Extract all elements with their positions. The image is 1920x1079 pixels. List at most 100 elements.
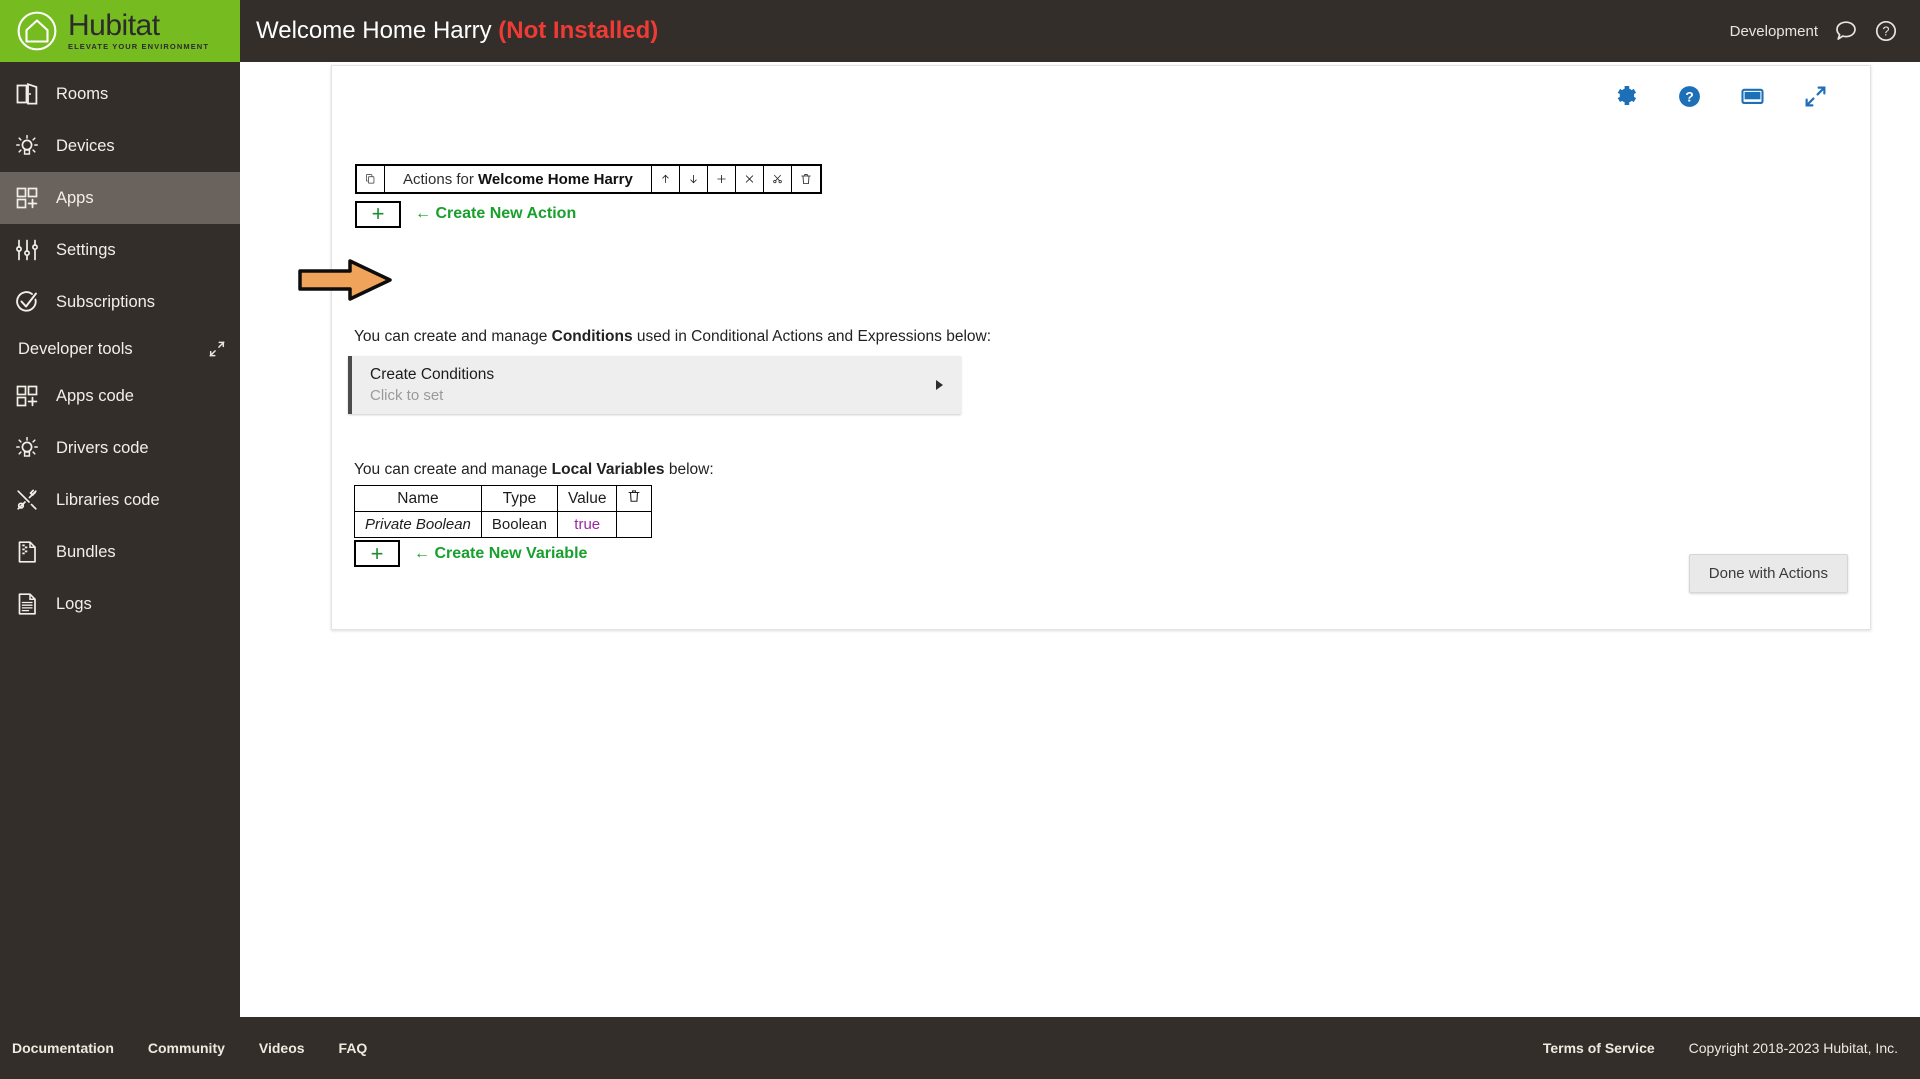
hubitat-logo[interactable]: Hubitat ELEVATE YOUR ENVIRONMENT <box>0 0 240 62</box>
actions-title: Actions for Welcome Home Harry <box>385 166 652 192</box>
trash-icon <box>801 174 811 184</box>
hubitat-logo-icon <box>17 11 57 51</box>
sidebar-item-label: Apps <box>56 188 94 207</box>
lightbulb-icon <box>14 133 40 159</box>
tools-icon <box>14 487 40 513</box>
cut-button[interactable] <box>764 166 792 192</box>
help-circle-icon[interactable]: ? <box>1874 19 1898 43</box>
environment-label: Development <box>1729 22 1818 40</box>
footer-link-videos[interactable]: Videos <box>259 1040 305 1056</box>
sidebar: Hubitat ELEVATE YOUR ENVIRONMENT Rooms D… <box>0 0 240 1079</box>
help-icon[interactable]: ? <box>1677 84 1702 109</box>
add-variable-plus-button[interactable]: + <box>354 540 400 567</box>
page-title: Welcome Home Harry (Not Installed) <box>256 17 658 45</box>
main-content: ? Actions for Welcome Home Harry + ← Cre… <box>240 62 1920 1017</box>
close-button[interactable] <box>736 166 764 192</box>
sidebar-item-label: Subscriptions <box>56 292 156 311</box>
table-body: Private Boolean Boolean true <box>354 511 653 538</box>
gear-icon[interactable] <box>1614 84 1639 109</box>
footer: Documentation Community Videos FAQ Terms… <box>0 1017 1920 1079</box>
create-conditions-subtitle: Click to set <box>370 387 444 404</box>
table-row[interactable]: Private Boolean Boolean true <box>354 511 653 538</box>
move-up-button[interactable] <box>652 166 680 192</box>
variables-intro-c: below: <box>664 461 714 478</box>
create-new-action-label[interactable]: ← Create New Action <box>415 205 576 223</box>
hubitat-app-window: Hubitat ELEVATE YOUR ENVIRONMENT Rooms D… <box>0 0 1920 1079</box>
sidebar-item-libraries-code[interactable]: Libraries code <box>0 474 240 526</box>
delete-button[interactable] <box>792 166 820 192</box>
app-editor-card: ? Actions for Welcome Home Harry + ← Cre… <box>298 65 1871 630</box>
column-header-name: Name <box>354 485 482 512</box>
sidebar-item-label: Rooms <box>56 84 109 103</box>
status-badge: (Not Installed) <box>498 17 659 44</box>
top-bar-right: Development ? <box>1730 19 1920 43</box>
lightbulb-icon <box>14 435 40 461</box>
sidebar-item-label: Apps code <box>56 386 134 405</box>
create-conditions-text: Create Conditions Click to set <box>352 366 494 404</box>
close-icon <box>745 175 753 183</box>
move-up-icon <box>662 174 669 184</box>
variables-intro-b: Local Variables <box>551 461 665 478</box>
variables-intro-a: You can create and manage <box>354 461 552 478</box>
move-down-icon <box>690 174 697 184</box>
sidebar-item-settings[interactable]: Settings <box>0 224 240 276</box>
footer-link-community[interactable]: Community <box>148 1040 225 1056</box>
add-action-plus-button[interactable]: + <box>355 200 401 228</box>
actions-section: Actions for Welcome Home Harry + ← Creat… <box>298 164 822 301</box>
footer-link-faq[interactable]: FAQ <box>339 1040 368 1056</box>
variable-value: true <box>556 511 618 538</box>
column-header-type: Type <box>480 485 558 512</box>
sidebar-item-devices[interactable]: Devices <box>0 120 240 172</box>
sidebar-nav: Rooms Devices Apps Settings Subscription… <box>0 62 240 630</box>
sidebar-item-label: Settings <box>56 240 116 259</box>
collapse-arrows-icon[interactable] <box>208 340 226 358</box>
add-icon <box>717 174 726 184</box>
sidebar-item-subscriptions[interactable]: Subscriptions <box>0 276 240 328</box>
top-bar: Welcome Home Harry (Not Installed) Devel… <box>240 0 1920 62</box>
zip-file-icon <box>14 539 40 565</box>
table-head: Name Type Value <box>354 485 653 512</box>
card-toolbar: ? <box>1614 84 1828 109</box>
copy-actions-button[interactable] <box>357 166 385 192</box>
create-conditions-title: Create Conditions <box>370 366 495 383</box>
create-new-variable-label[interactable]: ← Create New Variable <box>414 545 587 563</box>
footer-link-terms-of-service[interactable]: Terms of Service <box>1543 1040 1655 1056</box>
move-down-button[interactable] <box>680 166 708 192</box>
create-conditions-panel[interactable]: Create Conditions Click to set <box>348 356 961 414</box>
sidebar-item-label: Libraries code <box>56 490 160 509</box>
display-icon[interactable] <box>1740 84 1765 109</box>
sidebar-item-apps-code[interactable]: Apps code <box>0 370 240 422</box>
sidebar-item-label: Devices <box>56 136 115 155</box>
page-title-text: Welcome Home Harry <box>256 17 492 44</box>
footer-link-documentation[interactable]: Documentation <box>12 1040 114 1056</box>
footer-copyright: Copyright 2018-2023 Hubitat, Inc. <box>1688 1040 1898 1056</box>
sidebar-item-label: Logs <box>56 594 92 613</box>
sidebar-item-label: Drivers code <box>56 438 149 457</box>
done-with-actions-button[interactable]: Done with Actions <box>1688 554 1848 593</box>
sidebar-item-rooms[interactable]: Rooms <box>0 68 240 120</box>
sidebar-item-drivers-code[interactable]: Drivers code <box>0 422 240 474</box>
variables-intro: You can create and manage Local Variable… <box>354 461 714 479</box>
variable-type: Boolean <box>480 511 558 538</box>
add-button[interactable] <box>708 166 736 192</box>
sidebar-item-logs[interactable]: Logs <box>0 578 240 630</box>
document-icon <box>14 591 40 617</box>
copy-icon <box>366 174 375 184</box>
chevron-right-icon <box>936 380 943 390</box>
create-action-row: + ← Create New Action <box>355 200 822 228</box>
variable-delete-cell[interactable] <box>616 511 653 538</box>
sliders-icon <box>14 237 40 263</box>
svg-text:?: ? <box>1883 25 1890 39</box>
variable-name: Private Boolean <box>354 511 482 538</box>
sidebar-item-bundles[interactable]: Bundles <box>0 526 240 578</box>
sidebar-section-developer-tools[interactable]: Developer tools <box>0 328 240 370</box>
column-header-delete[interactable] <box>616 485 653 512</box>
conditions-intro-b: Conditions <box>551 328 633 345</box>
apps-grid-icon <box>14 185 40 211</box>
rooms-door-icon <box>14 81 40 107</box>
footer-left-links: Documentation Community Videos FAQ <box>0 1040 367 1056</box>
expand-icon[interactable] <box>1803 84 1828 109</box>
chat-bubble-icon[interactable] <box>1834 19 1858 43</box>
sidebar-item-apps[interactable]: Apps <box>0 172 240 224</box>
svg-text:?: ? <box>1685 89 1694 105</box>
